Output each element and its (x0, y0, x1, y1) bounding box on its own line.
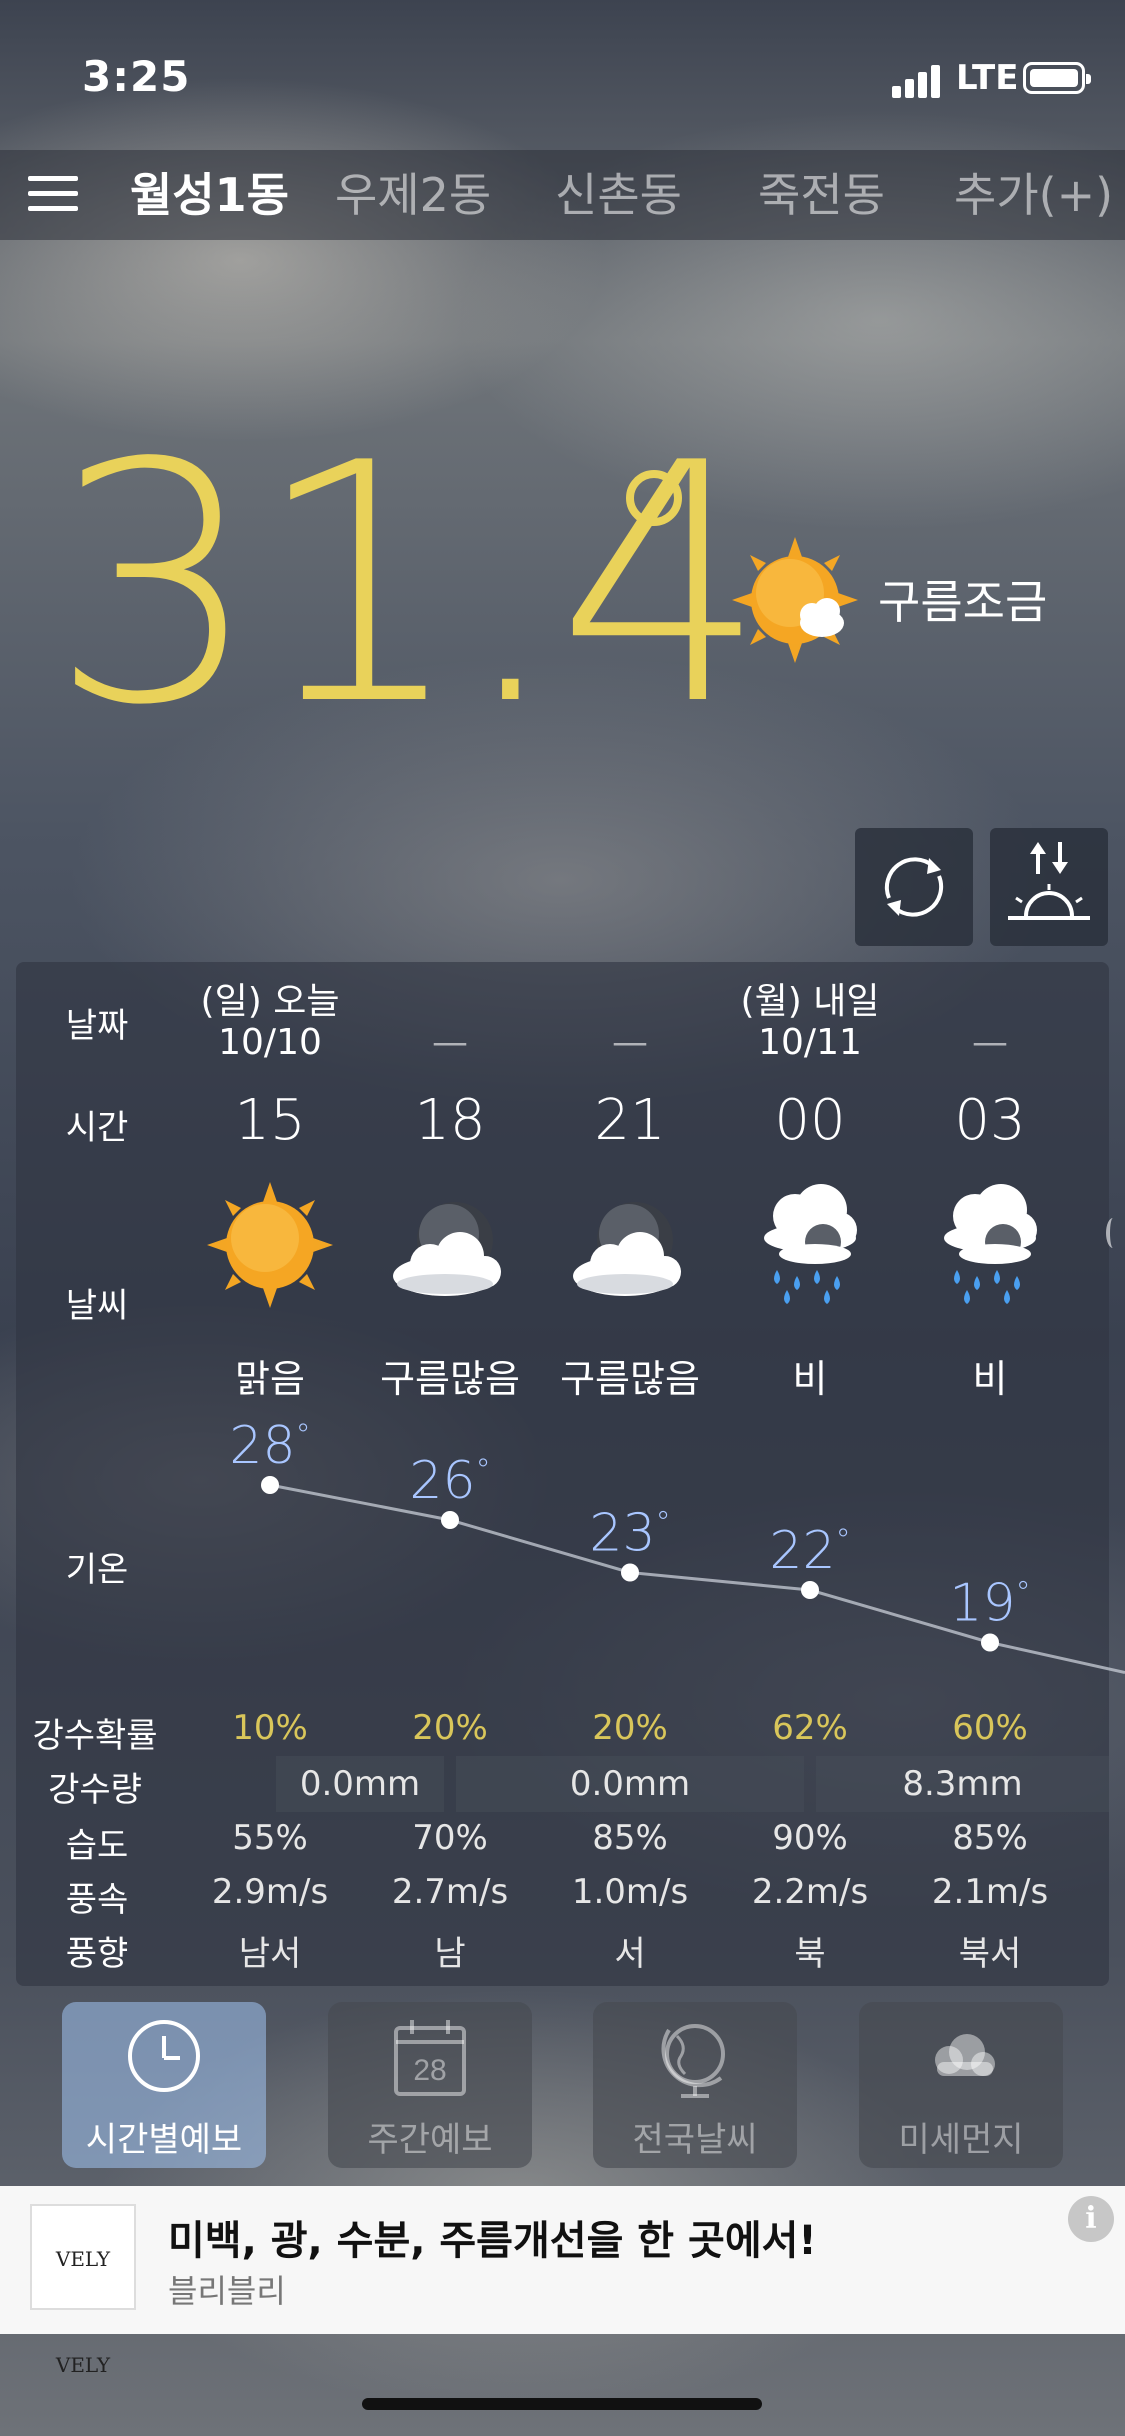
ad-logo[interactable]: VELY VELY (30, 2204, 136, 2377)
network-type: LTE (956, 58, 1019, 98)
nav-hourly-forecast[interactable]: 시간별예보 (62, 2002, 266, 2168)
forecast-time: 03 (954, 1088, 1026, 1153)
row-label-date: 날짜 (65, 1006, 129, 1046)
precip-amount: 8.3mm (816, 1756, 1109, 1812)
globe-icon (661, 2024, 725, 2098)
temperature-point (621, 1563, 639, 1582)
temperature-label: 22° (769, 1521, 850, 1581)
row-label-precip-amount: 강수량 (48, 1770, 142, 1810)
temperature-label: 28° (229, 1416, 310, 1476)
humidity-value: 55% (232, 1818, 308, 1858)
menu-icon[interactable] (28, 176, 80, 212)
next-column-peek (1106, 1218, 1120, 1248)
temperature-point (801, 1581, 819, 1599)
row-label-time: 시간 (65, 1108, 129, 1148)
sunrise-icon (1008, 842, 1090, 920)
tab-location-3[interactable]: 신촌동 (555, 160, 682, 230)
precip-probability: 62% (772, 1708, 848, 1748)
wind-speed-value: 1.0m/s (571, 1872, 689, 1912)
precip-probability: 20% (412, 1708, 488, 1748)
wind-direction-value: 남 (434, 1934, 466, 1974)
clock-icon (128, 2020, 200, 2092)
wind-direction-value: 남서 (238, 1934, 302, 1974)
row-label-precip-prob: 강수확률 (32, 1716, 158, 1756)
tab-add-location[interactable]: 추가(+) (954, 160, 1113, 230)
forecast-time: 21 (594, 1088, 666, 1153)
cloudy-icon (565, 1188, 695, 1312)
humidity-value: 85% (952, 1818, 1028, 1858)
temperature-label: 23° (589, 1504, 670, 1564)
wind-speed-value: 2.7m/s (391, 1872, 509, 1912)
wind-speed-value: 2.2m/s (751, 1872, 869, 1912)
nav-label: 주간예보 (367, 2120, 493, 2160)
humidity-value: 85% (592, 1818, 668, 1858)
temperature-label: 19° (949, 1574, 1030, 1634)
refresh-button[interactable] (855, 828, 973, 946)
humidity-value: 70% (412, 1818, 488, 1858)
ad-title[interactable]: 미백, 광, 수분, 주름개선을 한 곳에서! (168, 2208, 817, 2266)
forecast-date: 10/11 (758, 1022, 862, 1063)
row-label-humidity: 습도 (65, 1826, 129, 1866)
row-label-weather: 날씨 (65, 1286, 129, 1326)
tab-location-4[interactable]: 죽전동 (758, 160, 885, 230)
battery-icon (1023, 62, 1091, 94)
forecast-date: — (432, 1022, 468, 1063)
svg-text:28: 28 (413, 2054, 446, 2087)
wind-direction-value: 북서 (958, 1934, 1022, 1974)
sunny-icon (205, 1180, 335, 1314)
cloudy-icon (385, 1188, 515, 1312)
temperature-line-chart: 28° 26° 23° 22° 19° (229, 1416, 1125, 1674)
ad-subtitle[interactable]: 블리블리 (168, 2266, 286, 2312)
nav-weekly-forecast[interactable]: 28 주간예보 (328, 2002, 532, 2168)
nav-label: 시간별예보 (85, 2120, 243, 2160)
precip-probability: 60% (952, 1708, 1028, 1748)
tab-location-1[interactable]: 월성1동 (130, 160, 289, 230)
precip-probability: 20% (592, 1708, 668, 1748)
temperature-point (261, 1476, 279, 1494)
temperature-point (441, 1511, 459, 1529)
forecast-time: 18 (414, 1088, 486, 1153)
forecast-time: 15 (234, 1088, 306, 1153)
cloud-icon (935, 2034, 995, 2076)
rain-icon (935, 1180, 1045, 1314)
wind-speed-value: 2.1m/s (931, 1872, 1049, 1912)
sunrise-button[interactable] (990, 828, 1108, 946)
precip-amount: 0.0mm (276, 1756, 444, 1812)
forecast-date: 10/10 (218, 1022, 322, 1063)
refresh-icon (884, 857, 944, 917)
temperature-point (981, 1633, 999, 1652)
forecast-date: — (972, 1022, 1008, 1063)
home-indicator[interactable] (362, 2398, 762, 2410)
nav-fine-dust[interactable]: 미세먼지 (859, 2002, 1063, 2168)
forecast-time: 00 (774, 1088, 846, 1153)
status-time: 3:25 (82, 52, 191, 101)
precip-amount: 0.0mm (456, 1756, 804, 1812)
rain-icon (755, 1180, 865, 1314)
sun-cloud-icon (730, 535, 860, 665)
precip-probability: 10% (232, 1708, 308, 1748)
forecast-day: (월) 내일 (740, 981, 880, 1022)
temperature-label: 26° (409, 1451, 490, 1511)
current-condition: 구름조금 (878, 575, 1048, 629)
tab-location-2[interactable]: 우제2동 (335, 160, 491, 230)
forecast-day: (일) 오늘 (200, 981, 340, 1022)
degree-symbol (626, 470, 682, 526)
humidity-value: 90% (772, 1818, 848, 1858)
signal-icon (892, 62, 948, 98)
ad-info-icon[interactable]: i (1068, 2196, 1114, 2242)
wind-direction-value: 북 (794, 1934, 826, 1974)
wind-speed-value: 2.9m/s (211, 1872, 329, 1912)
nav-label: 미세먼지 (898, 2120, 1024, 2160)
nav-label: 전국날씨 (632, 2120, 758, 2160)
wind-direction-value: 서 (614, 1934, 646, 1974)
row-label-wind-direction: 풍향 (65, 1934, 129, 1974)
calendar-icon: 28 (394, 2020, 466, 2096)
row-label-wind-speed: 풍속 (65, 1880, 129, 1920)
nav-nationwide-weather[interactable]: 전국날씨 (593, 2002, 797, 2168)
forecast-date: — (612, 1022, 648, 1063)
